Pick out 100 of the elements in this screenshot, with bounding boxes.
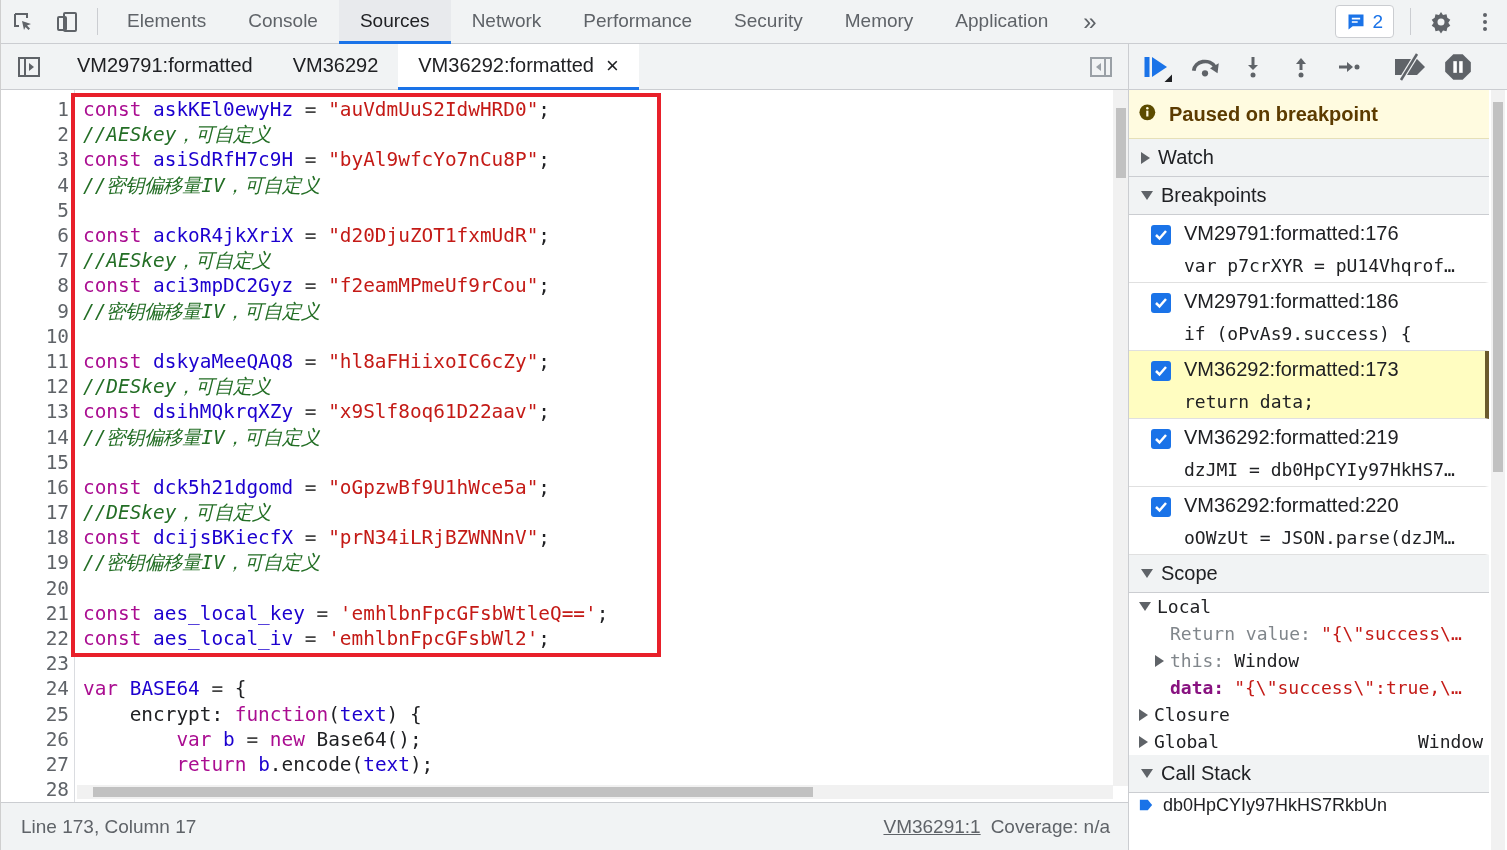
pause-icon[interactable]	[1444, 52, 1472, 81]
line-number: 19	[44, 551, 69, 575]
line-number: 8	[56, 274, 69, 298]
navigator-toggle-icon[interactable]	[17, 54, 41, 79]
breakpoint-code: var p7crXYR = pU14Vhqrof…	[1184, 254, 1456, 278]
scrollbar[interactable]	[1113, 90, 1128, 786]
panel-tab[interactable]: Sources	[338, 0, 451, 44]
breakpoint-item[interactable]: VM36292:formatted:173 return data;	[1129, 351, 1489, 419]
file-tab[interactable]: VM36292	[272, 44, 399, 90]
source-link[interactable]: VM36291:1	[883, 815, 981, 838]
line-number: 22	[44, 627, 69, 651]
caret-icon[interactable]	[1141, 151, 1150, 164]
code-line: const aci3mpDC2Gyz = "f2eamMPmeUf9rCou";	[83, 274, 550, 298]
code-line: //密钥偏移量IV，可自定义	[83, 172, 320, 199]
line-number: 14	[44, 425, 69, 449]
code-line: //密钥偏移量IV，可自定义	[83, 424, 320, 451]
line-number: 5	[56, 198, 69, 222]
debugger-toggle-icon[interactable]	[1089, 54, 1113, 79]
checkbox[interactable]	[1151, 497, 1171, 517]
issues-button[interactable]: 2	[1335, 5, 1394, 38]
panel-tab[interactable]: Console	[227, 0, 339, 44]
code-line: //AESkey，可自定义	[83, 122, 272, 149]
checkmark-icon	[1154, 296, 1168, 310]
line-number: 26	[44, 727, 69, 751]
line-number: 25	[44, 702, 69, 726]
breakpoint-location: VM29791:formatted:186	[1184, 290, 1400, 314]
checkmark-icon	[1154, 364, 1168, 378]
section-header[interactable]: Scope	[1129, 555, 1489, 593]
scope-group[interactable]: Closure	[1154, 704, 1230, 725]
line-number: 16	[44, 475, 69, 499]
section-header[interactable]: Breakpoints	[1129, 177, 1489, 215]
line-number: 15	[44, 450, 69, 474]
breakpoint-location: VM36292:formatted:173	[1184, 358, 1400, 382]
code-line: const dck5h21dgomd = "oGpzwBf9U1hWce5a";	[83, 475, 550, 499]
code-line: const ackoR4jkXriX = "d20DjuZOT1fxmUdR";	[83, 224, 550, 248]
breakpoint-location: VM36292:formatted:219	[1184, 426, 1400, 450]
more-tabs-button[interactable]: »	[1069, 0, 1111, 43]
breakpoint-code: dzJMI = db0HpCYIy97HkHS7…	[1184, 458, 1456, 482]
code-line: var b = new Base64();	[175, 727, 422, 751]
panel-tab[interactable]: Network	[450, 0, 563, 44]
checkbox[interactable]	[1151, 225, 1171, 245]
call-frame[interactable]: db0HpCYIy97HkHS7RkbUn	[1163, 794, 1388, 816]
code-line: //密钥偏移量IV，可自定义	[83, 550, 320, 577]
line-number: 24	[44, 677, 69, 701]
caret-icon[interactable]	[1141, 569, 1153, 578]
file-tab[interactable]: VM29791:formatted	[57, 44, 273, 90]
scope-value: Window	[1234, 650, 1300, 671]
breakpoint-code: if (oPvAs9.success) {	[1184, 322, 1413, 346]
panel-tab[interactable]: Elements	[106, 0, 228, 44]
line-number: 21	[44, 601, 69, 625]
caret-icon[interactable]	[1155, 654, 1164, 667]
scope-value: Window	[1417, 731, 1483, 752]
code-line: return b.encode(text);	[175, 752, 434, 776]
panel-tab[interactable]: Memory	[823, 0, 935, 44]
code-line: //DESkey，可自定义	[83, 500, 272, 527]
close-tab-button[interactable]: ×	[605, 52, 619, 79]
caret-icon[interactable]	[1141, 769, 1153, 778]
line-number: 17	[44, 501, 69, 525]
panel-tab[interactable]: Application	[934, 0, 1070, 44]
scope-group[interactable]: Local	[1157, 596, 1212, 617]
line-number: 2	[56, 123, 69, 147]
line-number: 10	[44, 324, 69, 348]
paused-message: Paused on breakpoint	[1169, 102, 1378, 126]
code-line: var BASE64 = {	[83, 677, 247, 701]
device-icon[interactable]	[55, 9, 79, 34]
caret-icon[interactable]	[1139, 602, 1151, 611]
code-line: //AESkey，可自定义	[83, 248, 272, 275]
line-number: 12	[44, 375, 69, 399]
scope-value: "{\"success\":true,\…	[1234, 677, 1462, 698]
scope-group[interactable]: Global	[1154, 731, 1220, 752]
code-line: const dsihMQkrqXZy = "x9Slf8oq61D22aav";	[83, 400, 550, 424]
section-header[interactable]: Watch	[1129, 139, 1489, 177]
code-line: const askKEl0ewyHz = "auVdmUuS2IdwHRD0";	[83, 98, 550, 122]
breakpoint-location: VM29791:formatted:176	[1184, 222, 1400, 246]
file-tab[interactable]: VM36292:formatted ×	[398, 44, 639, 90]
coverage-text: Coverage: n/a	[990, 815, 1110, 838]
panel-tab[interactable]: Performance	[562, 0, 714, 44]
caret-icon[interactable]	[1139, 708, 1148, 721]
panel-tab[interactable]: Security	[713, 0, 824, 44]
caret-icon[interactable]	[1141, 191, 1153, 200]
code-line: const aes_local_iv = 'emhlbnFpcGFsbWl2';	[83, 627, 550, 651]
scope-name: data:	[1170, 677, 1225, 698]
deactivate-breakpoints-icon[interactable]	[1393, 52, 1427, 81]
checkmark-icon	[1154, 432, 1168, 446]
breakpoint-code: return data;	[1184, 390, 1316, 414]
section-header[interactable]: Call Stack	[1129, 755, 1489, 793]
line-number: 27	[44, 752, 69, 776]
scrollbar[interactable]	[1491, 90, 1505, 850]
code-line: const dcijsBKiecfX = "prN34iLRjBZWNNnV";	[83, 526, 550, 550]
checkbox[interactable]	[1151, 429, 1171, 449]
code-line: //DESkey，可自定义	[83, 374, 272, 401]
scrollbar[interactable]	[77, 785, 1113, 799]
line-number: 9	[56, 299, 69, 323]
line-number: 28	[44, 778, 69, 802]
line-number: 20	[44, 576, 69, 600]
checkbox[interactable]	[1151, 293, 1171, 313]
scope-value: "{\"success\…	[1320, 623, 1462, 644]
line-number: 1	[56, 98, 69, 122]
scope-name: this:	[1170, 650, 1225, 671]
checkbox[interactable]	[1151, 361, 1171, 381]
